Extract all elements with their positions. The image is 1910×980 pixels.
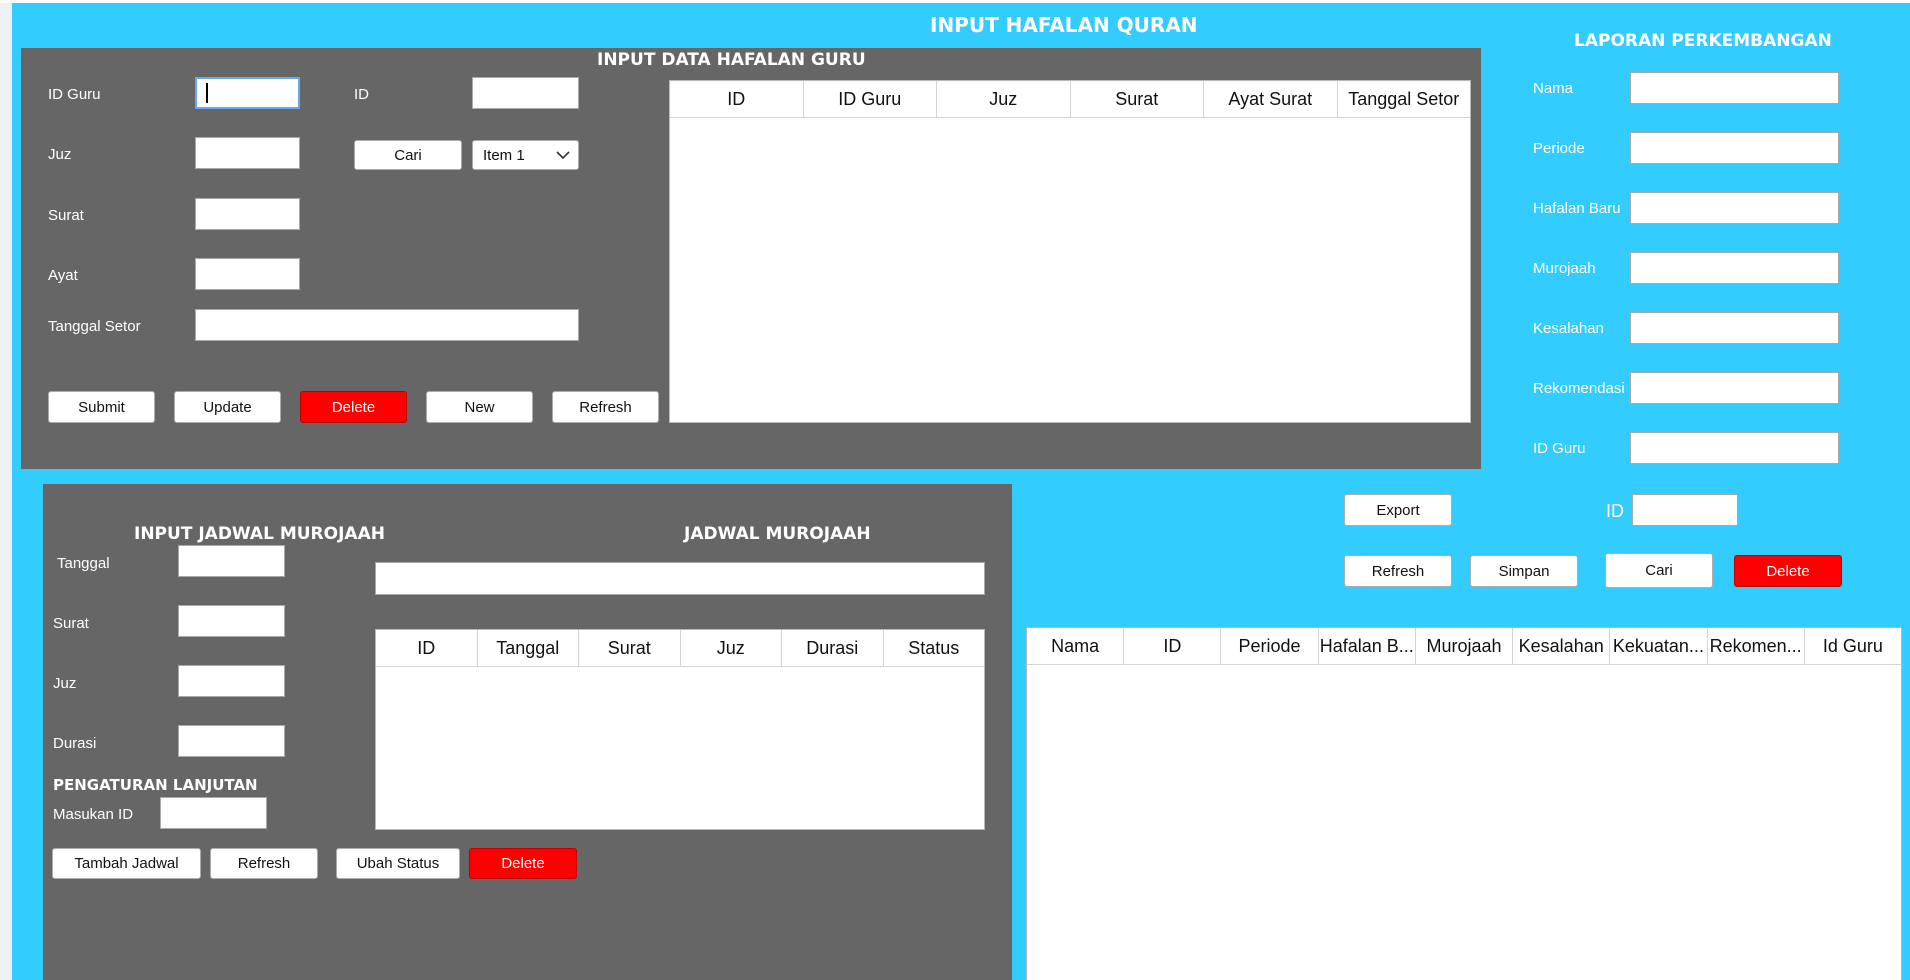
id-input[interactable] xyxy=(472,77,579,109)
laporan-refresh-button[interactable]: Refresh xyxy=(1344,555,1452,587)
column-header[interactable]: ID xyxy=(1124,628,1222,664)
id-guru-label: ID Guru xyxy=(48,86,101,103)
ayat-input[interactable] xyxy=(195,258,300,290)
pengaturan-lanjutan-title: PENGATURAN LANJUTAN xyxy=(53,776,258,794)
text-cursor xyxy=(206,83,208,103)
laporan-table-header: Nama ID Periode Hafalan B... Murojaah Ke… xyxy=(1027,628,1901,665)
masukan-id-label: Masukan ID xyxy=(53,806,134,823)
update-button[interactable]: Update xyxy=(174,391,281,423)
rekomendasi-label: Rekomendasi xyxy=(1533,380,1625,397)
durasi-label: Durasi xyxy=(53,735,97,752)
column-header[interactable]: Juz xyxy=(937,81,1071,117)
hafalan-table-header: ID ID Guru Juz Surat Ayat Surat Tanggal … xyxy=(670,81,1470,118)
masukan-id-input[interactable] xyxy=(160,797,267,829)
column-header[interactable]: Murojaah xyxy=(1416,628,1514,664)
surat-label: Surat xyxy=(48,207,84,224)
column-header[interactable]: Surat xyxy=(579,630,681,666)
hafalan-panel-title: INPUT DATA HAFALAN GURU xyxy=(597,50,866,70)
delete-button[interactable]: Delete xyxy=(300,391,407,423)
laporan-id-input[interactable] xyxy=(1632,494,1738,526)
periode-input[interactable] xyxy=(1630,132,1839,164)
nama-input[interactable] xyxy=(1630,72,1839,104)
jadwal-juz-input[interactable] xyxy=(178,665,285,697)
laporan-id-guru-label: ID Guru xyxy=(1533,440,1586,457)
input-jadwal-title: INPUT JADWAL MUROJAAH xyxy=(134,524,385,544)
juz-label: Juz xyxy=(48,146,72,163)
column-header[interactable]: Tanggal Setor xyxy=(1338,81,1471,117)
column-header[interactable]: Durasi xyxy=(782,630,884,666)
id-label: ID xyxy=(354,86,369,103)
refresh-button[interactable]: Refresh xyxy=(552,391,659,423)
jadwal-table-header: ID Tanggal Surat Juz Durasi Status xyxy=(376,630,984,667)
murojaah-label: Murojaah xyxy=(1533,260,1596,277)
column-header[interactable]: Tanggal xyxy=(478,630,579,666)
column-header[interactable]: Periode xyxy=(1221,628,1319,664)
column-header[interactable]: Id Guru xyxy=(1805,628,1901,664)
column-header[interactable]: Hafalan B... xyxy=(1319,628,1416,664)
ubah-status-button[interactable]: Ubah Status xyxy=(336,848,460,879)
column-header[interactable]: Juz xyxy=(681,630,782,666)
column-header[interactable]: ID Guru xyxy=(804,81,937,117)
jadwal-surat-input[interactable] xyxy=(178,605,285,637)
new-button[interactable]: New xyxy=(426,391,533,423)
kesalahan-label: Kesalahan xyxy=(1533,320,1604,337)
cari-button[interactable]: Cari xyxy=(354,140,462,170)
column-header[interactable]: ID xyxy=(670,81,804,117)
item-combo-box[interactable]: Item 1 xyxy=(472,140,579,170)
tanggal-input[interactable] xyxy=(178,545,285,577)
chevron-down-icon xyxy=(556,150,570,159)
column-header[interactable]: Nama xyxy=(1027,628,1125,664)
column-header[interactable]: Status xyxy=(884,630,985,666)
jadwal-search-input[interactable] xyxy=(375,562,985,595)
jadwal-surat-label: Surat xyxy=(53,615,89,632)
export-button[interactable]: Export xyxy=(1344,494,1452,526)
laporan-title: LAPORAN PERKEMBANGAN xyxy=(1574,31,1832,51)
rekomendasi-input[interactable] xyxy=(1630,372,1839,404)
column-header[interactable]: Ayat Surat xyxy=(1204,81,1338,117)
nama-label: Nama xyxy=(1533,80,1574,97)
tanggal-setor-input[interactable] xyxy=(195,309,579,341)
jadwal-title: JADWAL MUROJAAH xyxy=(684,524,871,544)
laporan-delete-button[interactable]: Delete xyxy=(1734,555,1842,587)
surat-input[interactable] xyxy=(195,198,300,230)
jadwal-delete-button[interactable]: Delete xyxy=(469,848,577,879)
column-header[interactable]: Kesalahan xyxy=(1513,628,1611,664)
hafalan-baru-input[interactable] xyxy=(1630,192,1839,224)
id-guru-input[interactable] xyxy=(195,77,300,109)
kesalahan-input[interactable] xyxy=(1630,312,1839,344)
jadwal-juz-label: Juz xyxy=(53,675,77,692)
column-header[interactable]: Rekomen... xyxy=(1708,628,1805,664)
hafalan-baru-label: Hafalan Baru xyxy=(1533,200,1621,217)
jadwal-table[interactable]: ID Tanggal Surat Juz Durasi Status xyxy=(375,629,985,830)
column-header[interactable]: Kekuatan... xyxy=(1610,628,1708,664)
ayat-label: Ayat xyxy=(48,267,78,284)
app-title: INPUT HAFALAN QURAN xyxy=(930,13,1198,37)
simpan-button[interactable]: Simpan xyxy=(1470,555,1578,587)
column-header[interactable]: ID xyxy=(376,630,478,666)
durasi-input[interactable] xyxy=(178,725,285,757)
combo-selected-value: Item 1 xyxy=(483,146,525,164)
laporan-id-label: ID xyxy=(1606,501,1624,521)
laporan-id-guru-input[interactable] xyxy=(1630,432,1839,464)
column-header[interactable]: Surat xyxy=(1071,81,1204,117)
juz-input[interactable] xyxy=(195,137,300,169)
app-window: INPUT HAFALAN QURAN INPUT DATA HAFALAN G… xyxy=(0,0,1910,980)
murojaah-input[interactable] xyxy=(1630,252,1839,284)
tambah-jadwal-button[interactable]: Tambah Jadwal xyxy=(52,848,201,879)
submit-button[interactable]: Submit xyxy=(48,391,155,423)
tanggal-setor-label: Tanggal Setor xyxy=(48,318,141,335)
periode-label: Periode xyxy=(1533,140,1585,157)
jadwal-refresh-button[interactable]: Refresh xyxy=(210,848,318,879)
laporan-table[interactable]: Nama ID Periode Hafalan B... Murojaah Ke… xyxy=(1026,627,1902,980)
laporan-cari-button[interactable]: Cari xyxy=(1605,553,1713,588)
tanggal-label: Tanggal xyxy=(57,555,110,572)
hafalan-table[interactable]: ID ID Guru Juz Surat Ayat Surat Tanggal … xyxy=(669,80,1471,423)
